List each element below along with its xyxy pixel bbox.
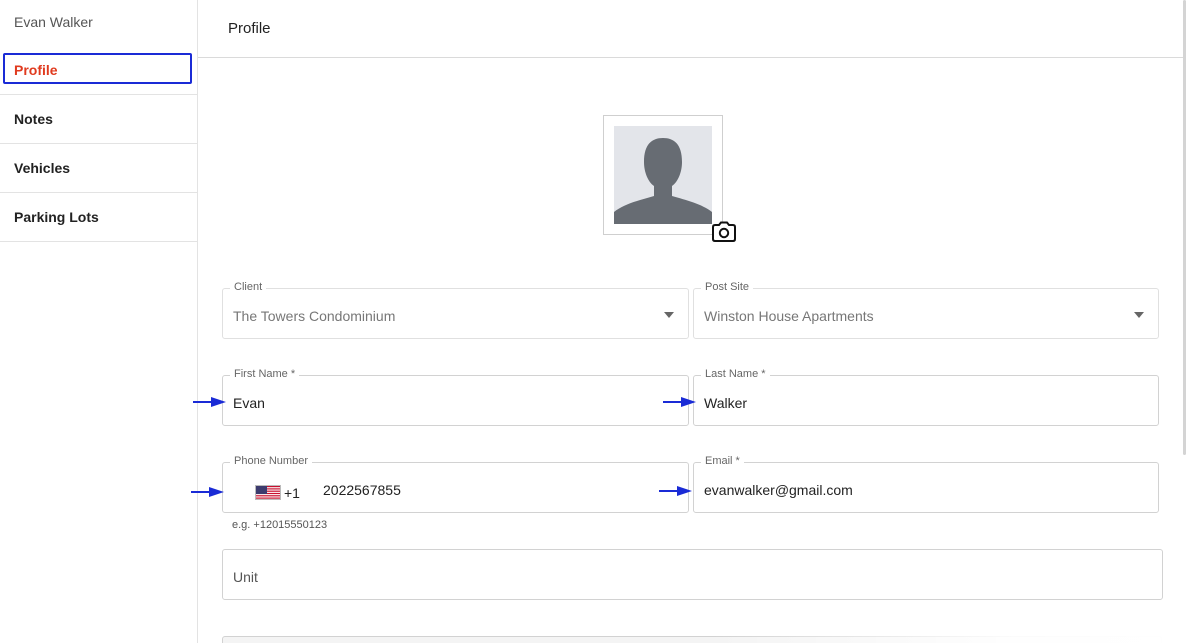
first-name-value[interactable]: Evan xyxy=(233,395,265,411)
post-site-label: Post Site xyxy=(701,281,754,293)
phone-value[interactable]: 2022567855 xyxy=(323,482,401,498)
post-site-select[interactable]: Post Site Winston House Apartments xyxy=(693,281,1159,339)
email-value[interactable]: evanwalker@gmail.com xyxy=(704,482,853,498)
chevron-down-icon xyxy=(664,312,674,318)
client-label: Client xyxy=(230,281,267,293)
arrow-icon xyxy=(191,487,224,497)
last-name-label: Last Name * xyxy=(701,368,770,380)
sidebar-item-parking-lots[interactable]: Parking Lots xyxy=(0,193,197,242)
us-flag-icon[interactable] xyxy=(255,485,281,500)
sidebar: Evan Walker Profile Notes Vehicles Parki… xyxy=(0,0,198,643)
arrow-icon xyxy=(659,486,692,496)
country-code: +1 xyxy=(284,485,300,501)
next-field[interactable] xyxy=(222,636,1162,643)
sidebar-item-label: Vehicles xyxy=(14,160,71,176)
sidebar-item-vehicles[interactable]: Vehicles xyxy=(0,144,197,193)
last-name-field[interactable]: Last Name * Walker xyxy=(693,368,1159,426)
client-select[interactable]: Client The Towers Condominium xyxy=(222,281,689,339)
phone-label: Phone Number xyxy=(230,455,312,467)
unit-field[interactable]: Unit xyxy=(222,549,1163,600)
phone-helper-text: e.g. +12015550123 xyxy=(232,519,328,531)
client-value: The Towers Condominium xyxy=(233,308,396,324)
chevron-down-icon xyxy=(1134,312,1144,318)
sidebar-item-label: Notes xyxy=(14,111,53,127)
page-header: Profile xyxy=(198,0,1184,58)
camera-icon[interactable] xyxy=(712,221,736,243)
post-site-value: Winston House Apartments xyxy=(704,308,874,324)
arrow-icon xyxy=(663,397,696,407)
sidebar-user-name: Evan Walker xyxy=(14,14,93,30)
email-field[interactable]: Email * evanwalker@gmail.com xyxy=(693,455,1159,513)
user-placeholder-icon xyxy=(614,126,712,224)
phone-field[interactable]: Phone Number +1 2022567855 xyxy=(222,455,689,513)
first-name-field[interactable]: First Name * Evan xyxy=(222,368,689,426)
sidebar-item-profile[interactable]: Profile xyxy=(0,46,197,95)
arrow-icon xyxy=(193,397,226,407)
email-label: Email * xyxy=(701,455,744,467)
sidebar-item-label: Profile xyxy=(14,62,58,78)
last-name-value[interactable]: Walker xyxy=(704,395,747,411)
sidebar-item-label: Parking Lots xyxy=(14,209,99,225)
unit-placeholder: Unit xyxy=(233,569,258,585)
main-content: Profile Client The Towers Condominium Po… xyxy=(198,0,1184,643)
first-name-label: First Name * xyxy=(230,368,300,380)
avatar[interactable] xyxy=(603,115,723,235)
sidebar-item-notes[interactable]: Notes xyxy=(0,95,197,144)
page-title: Profile xyxy=(228,20,271,37)
